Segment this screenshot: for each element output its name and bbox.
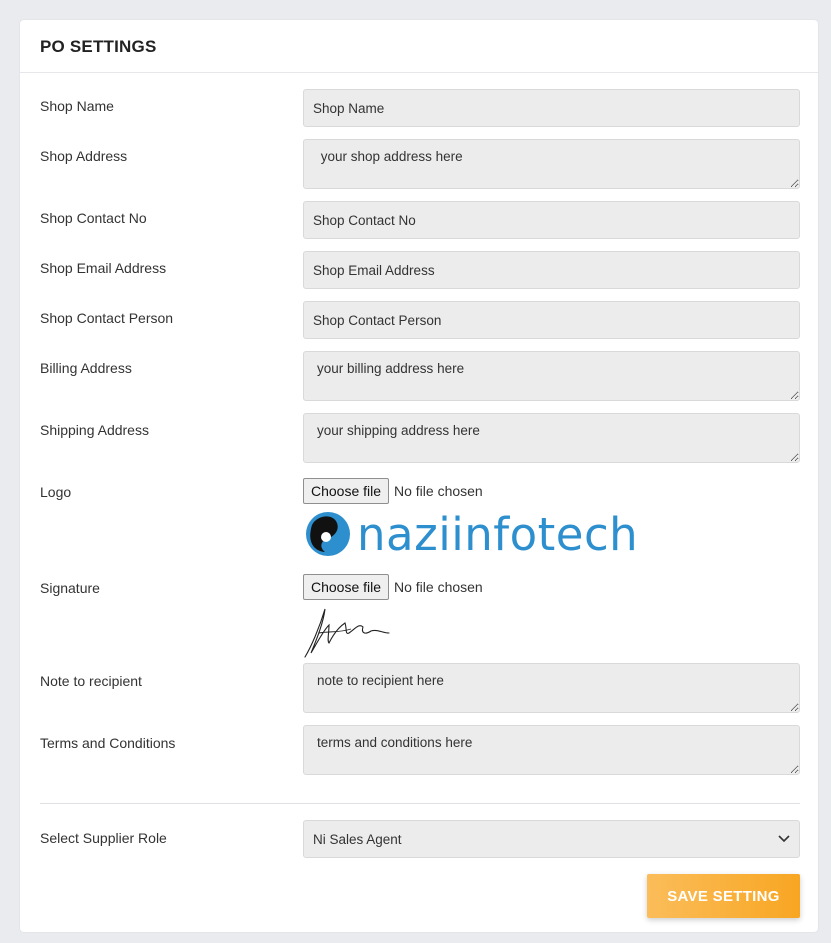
shop-address-textarea[interactable] — [303, 139, 800, 189]
shop-address-label: Shop Address — [40, 148, 128, 164]
shop-name-label: Shop Name — [40, 98, 114, 114]
shop-email-label: Shop Email Address — [40, 260, 167, 276]
billing-address-label: Billing Address — [40, 360, 132, 376]
save-setting-button[interactable]: SAVE SETTING — [647, 874, 800, 918]
shop-contact-no-input[interactable] — [303, 201, 800, 239]
card-header: PO SETTINGS — [20, 20, 818, 73]
terms-label: Terms and Conditions — [40, 735, 176, 751]
signature-file-picker: Choose file No file chosen — [303, 574, 483, 600]
logo-preview: naziinfotech — [303, 511, 638, 557]
note-label: Note to recipient — [40, 673, 142, 689]
terms-textarea[interactable] — [303, 725, 800, 775]
note-textarea[interactable] — [303, 663, 800, 713]
logo-mark-icon — [306, 512, 350, 556]
shop-contact-person-label: Shop Contact Person — [40, 310, 174, 326]
po-settings-card: PO SETTINGS Shop Name Shop Address Shop … — [19, 19, 819, 933]
supplier-role-value: Ni Sales Agent — [313, 831, 402, 847]
shipping-address-label: Shipping Address — [40, 422, 149, 438]
chevron-down-icon — [778, 835, 790, 843]
signature-file-status: No file chosen — [394, 579, 483, 595]
shop-contact-person-input[interactable] — [303, 301, 800, 339]
logo-choose-file-button[interactable]: Choose file — [303, 478, 389, 504]
divider — [40, 803, 800, 804]
shipping-address-textarea[interactable] — [303, 413, 800, 463]
logo-label: Logo — [40, 484, 72, 500]
supplier-role-select[interactable]: Ni Sales Agent — [303, 820, 800, 858]
page-title: PO SETTINGS — [40, 37, 157, 56]
logo-file-picker: Choose file No file chosen — [303, 478, 483, 504]
shop-name-input[interactable] — [303, 89, 800, 127]
logo-wordmark: naziinfotech — [357, 507, 639, 561]
signature-label: Signature — [40, 580, 100, 596]
logo-file-status: No file chosen — [394, 483, 483, 499]
billing-address-textarea[interactable] — [303, 351, 800, 401]
shop-email-input[interactable] — [303, 251, 800, 289]
signature-choose-file-button[interactable]: Choose file — [303, 574, 389, 600]
signature-preview — [304, 608, 390, 658]
supplier-role-label: Select Supplier Role — [40, 830, 167, 846]
shop-contact-no-label: Shop Contact No — [40, 210, 147, 226]
